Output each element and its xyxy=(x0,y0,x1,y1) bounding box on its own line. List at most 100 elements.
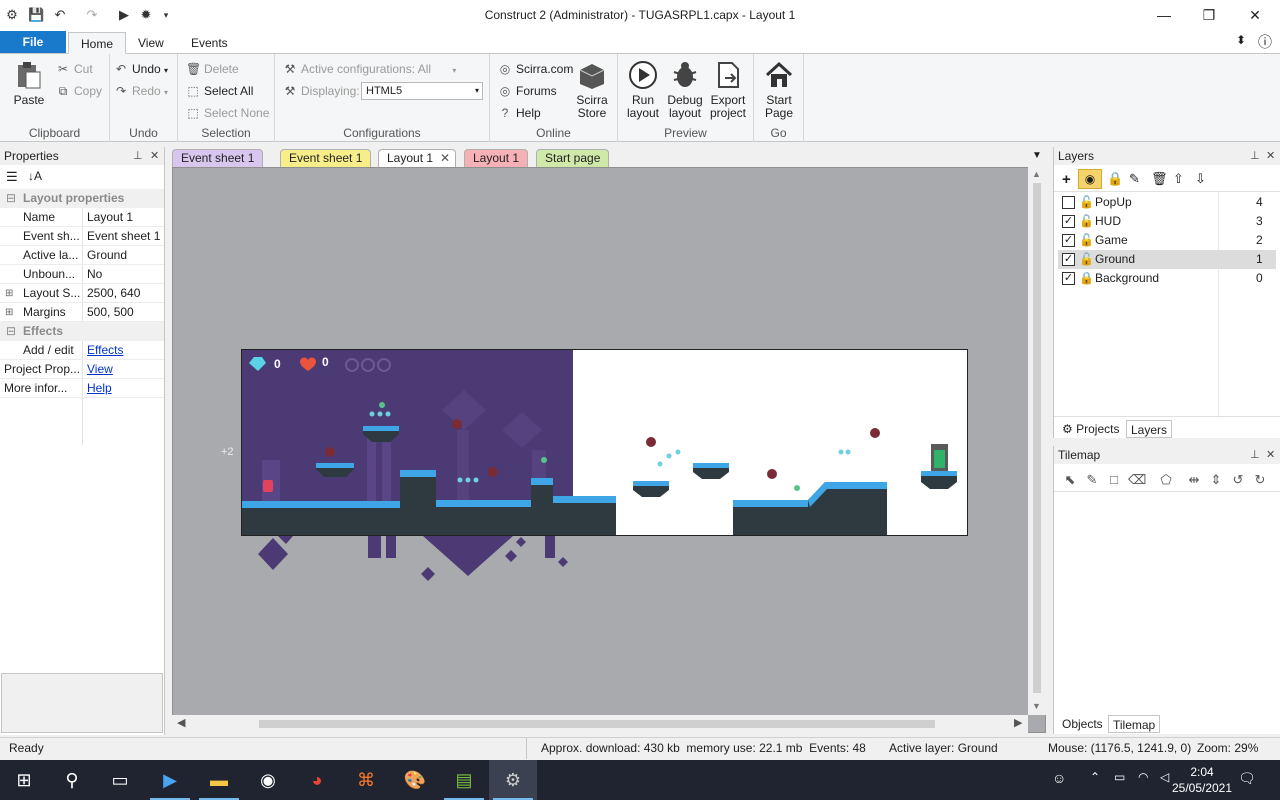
scirra-store-button[interactable]: Scirra Store xyxy=(574,60,610,120)
expand-icon[interactable]: ⊞ xyxy=(5,303,15,322)
tab-projects[interactable]: ⚙ Projects xyxy=(1058,420,1123,438)
layer-row-game[interactable]: ✓ 🔓 Game 2 xyxy=(1058,231,1276,250)
locked-icon[interactable]: 🔒 xyxy=(1079,269,1094,288)
minimize-button[interactable]: — xyxy=(1149,5,1179,25)
lock-icon[interactable]: 🔒 xyxy=(1107,171,1123,187)
system-clock[interactable]: 2:04 25/05/2021 xyxy=(1170,764,1234,796)
tab-start-page[interactable]: Start page xyxy=(536,149,610,167)
prop-row-project-properties[interactable]: Project Prop... View xyxy=(0,360,164,379)
close-icon[interactable]: ✕ xyxy=(1266,147,1275,165)
vertical-scrollbar[interactable]: ▲ ▼ xyxy=(1028,167,1046,715)
task-view-icon[interactable]: ▭ xyxy=(96,760,144,800)
notifications-icon[interactable]: 🗨 xyxy=(1238,770,1256,787)
copy-button[interactable]: ⧉ Copy xyxy=(56,82,102,100)
category-layout-properties[interactable]: ⊟ Layout properties xyxy=(0,189,164,208)
rectangle-icon[interactable]: □ xyxy=(1106,472,1122,488)
layer-row-background[interactable]: ✓ 🔒 Background 0 xyxy=(1058,269,1276,288)
move-layer-down-icon[interactable]: ⇩ xyxy=(1195,171,1206,187)
horizontal-scrollbar[interactable]: ◀ ▶ xyxy=(172,715,1028,733)
flip-icon[interactable]: ⇕ xyxy=(1208,472,1224,488)
media-player-icon[interactable]: ▶ xyxy=(146,760,194,800)
scirra-link-button[interactable]: ◎ Scirra.com xyxy=(498,60,574,78)
scroll-left-icon[interactable]: ◀ xyxy=(177,716,185,729)
file-explorer-icon[interactable]: ▬ xyxy=(195,760,243,800)
help-button[interactable]: ? Help xyxy=(498,104,541,122)
add-layer-icon[interactable]: + xyxy=(1062,171,1071,188)
horizontal-scroll-thumb[interactable] xyxy=(259,720,935,728)
chevron-up-icon[interactable]: ⌃ xyxy=(1090,770,1100,784)
people-icon[interactable]: ☺ xyxy=(1052,770,1066,786)
wifi-icon[interactable]: ◠ xyxy=(1138,770,1148,784)
close-tab-icon[interactable]: ✕ xyxy=(440,150,450,167)
tab-events[interactable]: Events xyxy=(179,32,240,54)
redo-button[interactable]: ↷ Redo ▾ xyxy=(114,82,168,100)
run-layout-button[interactable]: Run layout xyxy=(624,60,662,120)
pencil-icon[interactable]: ✎ xyxy=(1129,171,1140,187)
tab-file[interactable]: File xyxy=(0,31,66,53)
eye-icon[interactable]: ◉ xyxy=(1078,169,1102,189)
prop-row-unbounded[interactable]: Unboun... No xyxy=(0,265,164,284)
search-icon[interactable]: ⚲ xyxy=(48,760,96,800)
layout-area[interactable]: 0 0 xyxy=(241,349,968,536)
pin-icon[interactable]: ⊥ xyxy=(133,147,143,165)
displaying-select[interactable]: HTML5 ▾ xyxy=(361,82,483,100)
select-none-button[interactable]: ⬚ Select None xyxy=(186,104,269,122)
help-info-icon[interactable]: ⓘ xyxy=(1258,32,1272,52)
tab-layout-1-alt[interactable]: Layout 1 xyxy=(464,149,529,167)
forums-button[interactable]: ◎ Forums xyxy=(498,82,557,100)
sort-categorized-icon[interactable]: ☰ xyxy=(6,169,18,185)
effects-link[interactable]: Effects xyxy=(87,341,163,360)
layer-visible-checkbox[interactable]: ✓ xyxy=(1062,234,1075,247)
windows-start-icon[interactable]: ⊞ xyxy=(0,760,48,800)
tab-event-sheet-1-alt[interactable]: Event sheet 1 xyxy=(280,149,372,167)
layer-visible-checkbox[interactable]: ✓ xyxy=(1062,253,1075,266)
rotate-ccw-icon[interactable]: ↺ xyxy=(1230,472,1246,488)
xampp-icon[interactable]: ⌘ xyxy=(342,760,390,800)
select-all-button[interactable]: ⬚ Select All xyxy=(186,82,253,100)
close-button[interactable]: ✕ xyxy=(1240,5,1270,25)
chrome-icon[interactable]: ◕ xyxy=(293,760,341,800)
category-effects[interactable]: ⊟ Effects xyxy=(0,322,164,341)
paint-icon[interactable]: 🎨 xyxy=(391,760,439,800)
prop-row-layout-size[interactable]: ⊞ Layout S... 2500, 640 xyxy=(0,284,164,303)
tab-event-sheet-1[interactable]: Event sheet 1 xyxy=(172,149,264,167)
prop-row-event-sheet[interactable]: Event sh... Event sheet 1 xyxy=(0,227,164,246)
unlocked-icon[interactable]: 🔓 xyxy=(1079,193,1094,212)
unlocked-icon[interactable]: 🔓 xyxy=(1079,250,1094,269)
layer-visible-checkbox[interactable]: ✓ xyxy=(1062,215,1075,228)
prop-row-margins[interactable]: ⊞ Margins 500, 500 xyxy=(0,303,164,322)
vertical-scroll-thumb[interactable] xyxy=(1033,183,1041,693)
view-link[interactable]: View xyxy=(87,360,163,379)
construct-2-icon[interactable]: ⚙ xyxy=(489,760,537,800)
tab-layers[interactable]: Layers xyxy=(1126,420,1173,438)
debug-layout-button[interactable]: Debug layout xyxy=(666,60,704,120)
pin-icon[interactable]: ⊥ xyxy=(1250,147,1260,165)
unlocked-icon[interactable]: 🔓 xyxy=(1079,212,1094,231)
scroll-right-icon[interactable]: ▶ xyxy=(1014,716,1022,729)
pencil-icon[interactable]: ✎ xyxy=(1084,472,1100,488)
scroll-down-icon[interactable]: ▼ xyxy=(1032,701,1041,711)
sort-alphabetical-icon[interactable]: ↓A xyxy=(28,169,42,183)
tab-home[interactable]: Home xyxy=(68,32,127,54)
layout-canvas[interactable]: +2 0 0 xyxy=(172,167,1046,733)
pentagon-icon[interactable]: ⬠ xyxy=(1158,472,1174,488)
mirror-icon[interactable]: ⇹ xyxy=(1186,472,1202,488)
tab-tilemap[interactable]: Tilemap xyxy=(1108,715,1161,733)
layer-row-ground-selected[interactable]: ✓ 🔓 Ground 1 xyxy=(1058,250,1276,269)
scroll-up-icon[interactable]: ▲ xyxy=(1032,169,1041,179)
undo-button[interactable]: ↶ Undo ▾ xyxy=(114,60,168,78)
speaker-icon[interactable]: ◁ xyxy=(1160,770,1169,784)
move-layer-up-icon[interactable]: ⇧ xyxy=(1173,171,1184,187)
battery-icon[interactable]: ▭ xyxy=(1114,770,1125,784)
cursor-icon[interactable]: ⬉ xyxy=(1062,472,1078,488)
layer-row-popup[interactable]: 🔓 PopUp 4 xyxy=(1058,193,1276,212)
unlocked-icon[interactable]: 🔓 xyxy=(1079,231,1094,250)
rotate-cw-icon[interactable]: ↻ xyxy=(1252,472,1268,488)
maximize-button[interactable]: ❐ xyxy=(1194,5,1224,25)
close-icon[interactable]: ✕ xyxy=(150,147,159,165)
delete-layer-icon[interactable]: 🗑 xyxy=(1151,171,1168,187)
obs-icon[interactable]: ◉ xyxy=(244,760,292,800)
close-icon[interactable]: ✕ xyxy=(1266,446,1275,464)
pin-icon[interactable]: ⊥ xyxy=(1250,446,1260,464)
expand-icon[interactable]: ⊞ xyxy=(5,284,15,303)
